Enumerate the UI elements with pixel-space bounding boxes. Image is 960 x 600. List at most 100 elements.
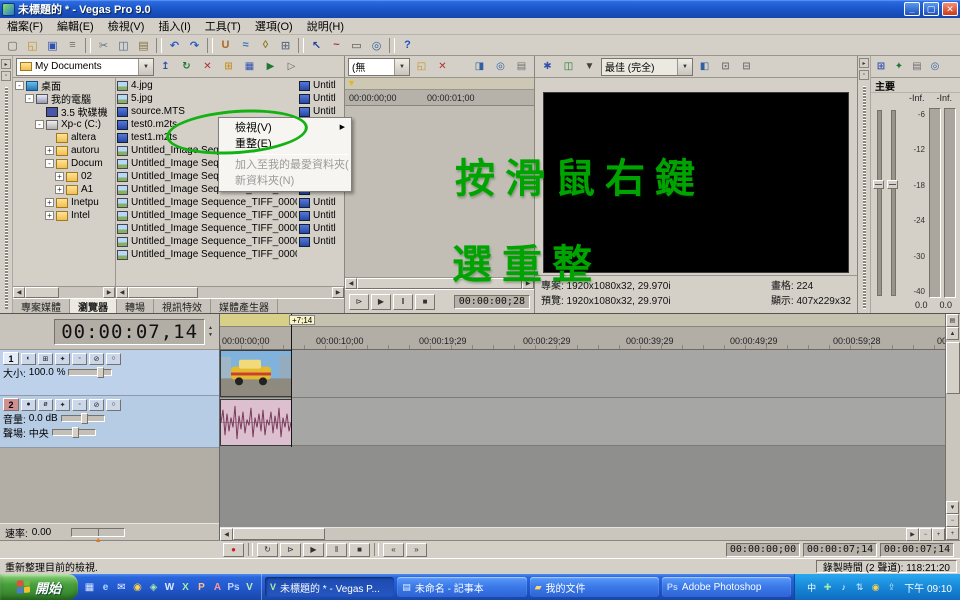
trimmer-play-from-start-button[interactable]: ⊳ <box>349 294 369 310</box>
track-number-badge[interactable]: 1 <box>3 352 19 365</box>
file-item[interactable]: 5.jpg <box>117 92 297 105</box>
tree-expander-icon[interactable]: - <box>45 159 54 168</box>
trimmer-scrollbar[interactable]: ◀ ▶ <box>345 277 534 289</box>
antivirus-icon[interactable]: ✚ <box>821 581 834 594</box>
selection-end-timecode[interactable]: 00:00:07;14 <box>803 543 877 557</box>
tree-item[interactable]: altera <box>13 131 115 144</box>
audio-clip[interactable] <box>220 399 292 446</box>
open-media-button[interactable]: ◱ <box>412 58 431 75</box>
file-item[interactable]: Untitl <box>299 235 344 248</box>
language-indicator[interactable]: 中 <box>805 581 818 594</box>
maximize-button[interactable]: ▢ <box>923 2 939 16</box>
paste-button[interactable]: ▤ <box>134 37 153 54</box>
dock-grip-handle[interactable] <box>5 87 8 309</box>
dropdown-arrow-icon[interactable]: ▼ <box>394 59 409 75</box>
trimmer-stop-button[interactable]: ■ <box>415 294 435 310</box>
media-player-icon[interactable]: ◉ <box>130 580 145 595</box>
project-video-properties-button[interactable]: ✱ <box>538 58 557 75</box>
network-icon[interactable]: ⇅ <box>853 581 866 594</box>
tree-item[interactable]: - 我的電腦 <box>13 92 115 105</box>
track-pan-slider[interactable] <box>52 429 96 436</box>
file-item[interactable]: Untitl <box>299 79 344 92</box>
toolbar-button[interactable] <box>298 38 304 53</box>
trimmer-marker-icon[interactable]: ▼ <box>347 78 356 89</box>
file-item[interactable]: Untitl <box>299 222 344 235</box>
auto-ripple-button[interactable]: ≈ <box>236 37 255 54</box>
refresh-button[interactable]: ↻ <box>177 58 196 75</box>
record-button[interactable]: ● <box>223 543 244 557</box>
track-volume-slider[interactable] <box>61 415 105 422</box>
whats-this-help-button[interactable]: ? <box>398 37 417 54</box>
spin-down-icon[interactable]: ▼ <box>208 332 213 338</box>
acrobat-icon[interactable]: A <box>210 580 225 595</box>
toolbar-button[interactable] <box>85 38 91 53</box>
create-subclip-button[interactable]: ◨ <box>470 58 489 75</box>
timeline-corner-button[interactable]: ▤ <box>946 314 959 327</box>
scroll-track[interactable] <box>25 287 103 298</box>
audio-track-row[interactable] <box>220 398 945 446</box>
pause-button[interactable]: ‖ <box>326 543 347 557</box>
redo-button[interactable]: ↷ <box>185 37 204 54</box>
lock-envelopes-button[interactable]: ◊ <box>256 37 275 54</box>
toolbar-button[interactable] <box>389 38 395 53</box>
tree-item[interactable]: - 桌面 <box>13 79 115 92</box>
selection-start-timecode[interactable]: 00:00:00;00 <box>726 543 800 557</box>
file-item[interactable]: Untitl <box>299 209 344 222</box>
list-horizontal-scrollbar[interactable]: ◀ ▶ <box>116 286 344 298</box>
normal-edit-tool-button[interactable]: ↖ <box>307 37 326 54</box>
project-properties-button[interactable]: ≡ <box>63 37 82 54</box>
scroll-thumb[interactable] <box>946 342 960 394</box>
safely-remove-icon[interactable]: ⇪ <box>885 581 898 594</box>
scroll-left-icon[interactable]: ◀ <box>220 528 233 541</box>
scheduler-icon[interactable]: ◉ <box>869 581 882 594</box>
zoom-in-button[interactable]: + <box>932 528 945 541</box>
trimmer-pause-button[interactable]: ‖ <box>393 294 413 310</box>
automation-settings-button[interactable]: ◦ <box>72 353 87 365</box>
trimmer-play-button[interactable]: ▶ <box>371 294 391 310</box>
stop-button[interactable]: ■ <box>349 543 370 557</box>
transport-button[interactable] <box>248 543 253 556</box>
tree-item[interactable]: - Docum <box>13 157 115 170</box>
external-monitor-button[interactable]: ◫ <box>559 58 578 75</box>
dock-arrow-icon[interactable]: ▸ <box>859 58 869 68</box>
file-item[interactable]: Untitled_Image Sequence_TIFF_000004.tiff <box>117 196 297 209</box>
insert-assignable-fx-button[interactable]: ✦ <box>891 58 907 75</box>
selection-edit-tool-button[interactable]: ▭ <box>347 37 366 54</box>
msn-messenger-icon[interactable]: ◈ <box>146 580 161 595</box>
tree-item[interactable]: + Inetpu <box>13 196 115 209</box>
tree-expander-icon[interactable]: + <box>45 198 54 207</box>
scroll-up-icon[interactable]: ▲ <box>946 327 959 340</box>
trimmer-properties-button[interactable]: ▤ <box>512 58 531 75</box>
dock-window-icon[interactable]: ▫ <box>1 71 11 81</box>
tab[interactable]: 瀏覽器 <box>70 299 117 313</box>
spin-up-icon[interactable]: ▲ <box>208 325 213 331</box>
scroll-left-icon[interactable]: ◀ <box>345 278 357 289</box>
file-item[interactable]: Untitl <box>299 196 344 209</box>
track-number-badge[interactable]: 2 <box>3 398 19 411</box>
menubar-item[interactable]: 檢視(V) <box>101 18 152 34</box>
rate-scrub-control[interactable]: ▲ <box>71 528 125 537</box>
invert-phase-button[interactable]: ø <box>38 399 53 411</box>
start-preview-button[interactable]: ▶ <box>261 58 280 75</box>
file-item[interactable]: Untitled_Image Sequence_TIFF_000006.tiff <box>117 222 297 235</box>
volume-icon[interactable]: ♪ <box>837 581 850 594</box>
views-button[interactable]: ▦ <box>240 58 259 75</box>
slider-thumb[interactable] <box>81 413 88 424</box>
dropdown-arrow-icon[interactable]: ▼ <box>138 59 153 75</box>
slider-thumb[interactable] <box>72 427 79 438</box>
tab[interactable]: 視訊特效 <box>154 299 211 313</box>
big-timecode[interactable]: 00:00:07,14 <box>54 319 205 345</box>
selection-length-timecode[interactable]: 00:00:07;14 <box>880 543 954 557</box>
outlook-express-icon[interactable]: ✉ <box>114 580 129 595</box>
zoom-out-button[interactable]: − <box>919 528 932 541</box>
dock-grip-handle[interactable] <box>863 86 866 309</box>
zoom-tool-button[interactable]: ◎ <box>491 58 510 75</box>
address-dropdown[interactable]: My Documents ▼ <box>16 58 154 76</box>
scroll-right-icon[interactable]: ▶ <box>332 287 344 298</box>
tree-expander-icon[interactable]: - <box>15 81 24 90</box>
audio-track-header[interactable]: 2 ● ø ✦ ◦ ⊘ ○ 音量: <box>0 396 219 448</box>
timecode-spinner[interactable]: ▲ ▼ <box>208 325 213 338</box>
menubar-item[interactable]: 檔案(F) <box>0 18 50 34</box>
video-output-dropdown[interactable]: ▼ <box>580 58 599 75</box>
scroll-thumb[interactable] <box>357 278 522 289</box>
